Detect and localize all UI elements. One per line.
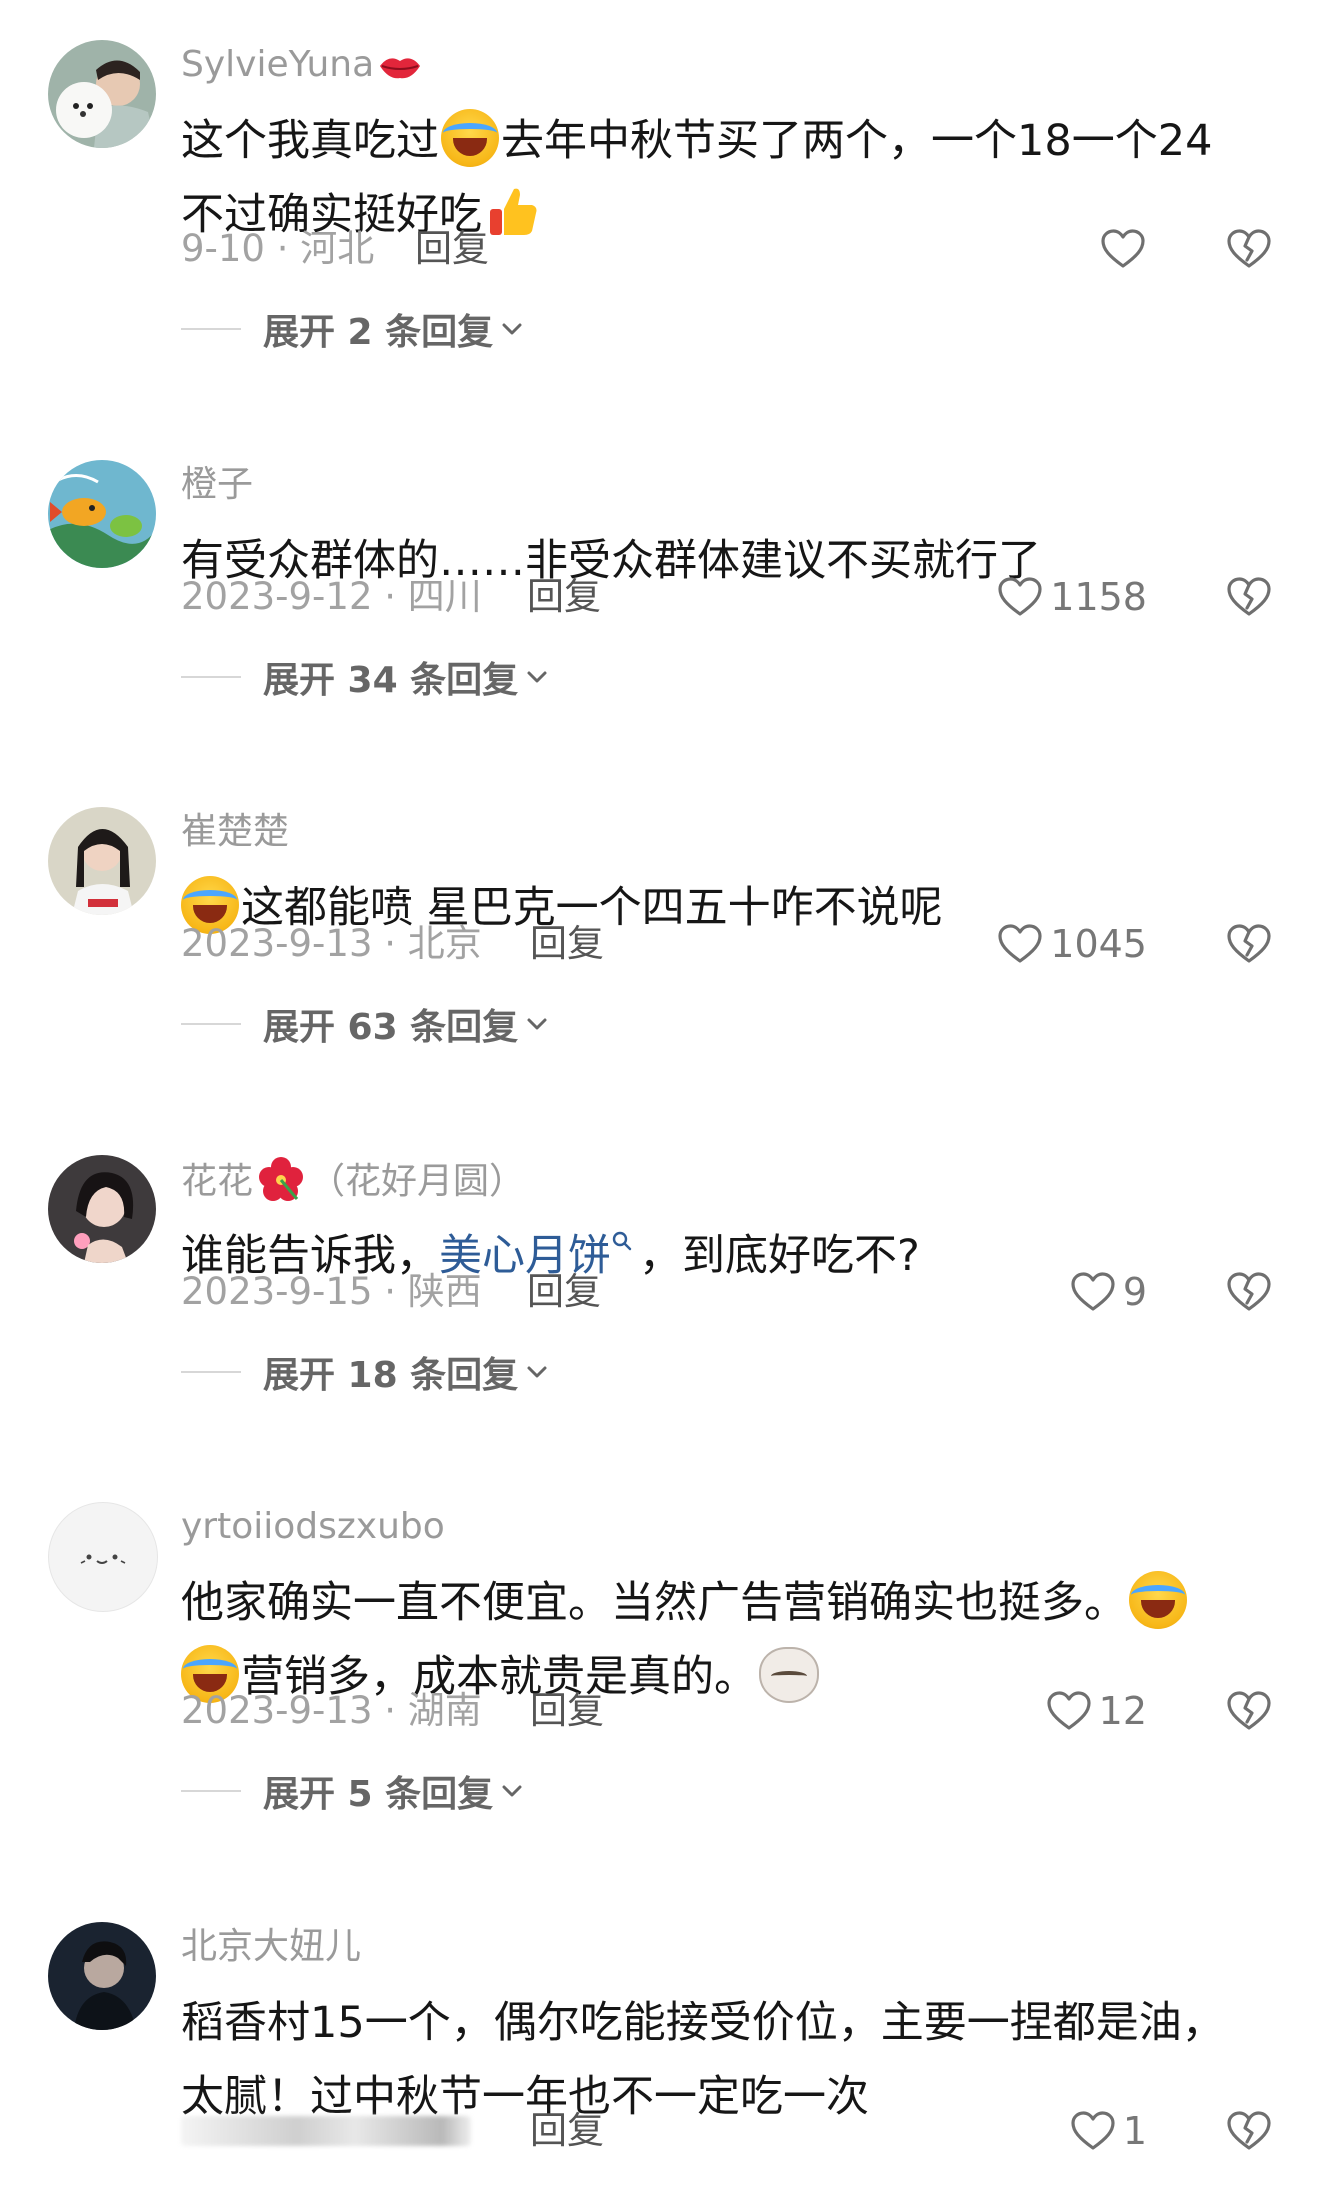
like-count: 1	[1122, 2109, 1147, 2153]
username-suffix: （花好月圆）	[309, 1161, 526, 1202]
like-button[interactable]: 12	[1045, 1684, 1147, 1738]
expand-replies-label: 展开 63 条回复	[263, 1007, 519, 1048]
comment-text-segment: 这个我真吃过	[181, 116, 439, 166]
username[interactable]: 崔楚楚	[181, 807, 289, 857]
expand-replies-label: 展开 34 条回复	[263, 660, 519, 701]
expand-replies-label: 展开 18 条回复	[263, 1355, 519, 1396]
dislike-button[interactable]	[1224, 1265, 1274, 1319]
kiss-lips-icon	[380, 58, 421, 79]
like-button[interactable]: 1	[1069, 2104, 1147, 2158]
hibiscus-flower-icon	[259, 1157, 304, 1201]
like-count: 12	[1098, 1689, 1147, 1733]
broken-heart-icon	[1225, 225, 1273, 273]
date-location: 2023-9-12 · 四川	[181, 575, 482, 618]
avatar[interactable]	[48, 1502, 158, 1612]
avatar[interactable]	[48, 1155, 156, 1263]
dislike-button[interactable]	[1224, 2104, 1274, 2158]
expand-replies-button[interactable]: 展开 2 条回复	[181, 302, 525, 356]
username-text: SylvieYuna	[181, 44, 375, 85]
dislike-button[interactable]	[1224, 1684, 1274, 1738]
chevron-down-icon	[524, 1359, 550, 1385]
username[interactable]: SylvieYuna	[181, 40, 422, 90]
heart-icon	[1069, 1268, 1117, 1316]
like-count: 1045	[1050, 922, 1147, 966]
chevron-down-icon	[524, 1011, 550, 1037]
broken-heart-icon	[1225, 1268, 1273, 1316]
broken-heart-icon	[1225, 920, 1273, 968]
broken-heart-icon	[1225, 2107, 1273, 2155]
heart-icon	[1099, 225, 1147, 273]
like-count: 1158	[1050, 575, 1147, 619]
heart-icon	[996, 920, 1044, 968]
chevron-down-icon	[524, 664, 550, 690]
comment-text-segment: 他家确实一直不便宜。当然广告营销确实也挺多。	[181, 1578, 1127, 1628]
expand-replies-button[interactable]: 展开 5 条回复	[181, 1764, 525, 1818]
divider-dash	[181, 1023, 241, 1025]
username-text: 花花	[181, 1161, 254, 1202]
like-button[interactable]: 1045	[996, 917, 1147, 971]
divider-dash	[181, 328, 241, 330]
blurred-text	[181, 2116, 471, 2146]
avatar[interactable]	[48, 40, 156, 148]
laughing-crying-emoji-icon	[441, 109, 499, 167]
broken-heart-icon	[1225, 1687, 1273, 1735]
heart-icon	[1045, 1687, 1093, 1735]
comment-list-page: SylvieYuna 这个我真吃过 去年中秋节买了两个，一个18一个24 不过确实…	[0, 0, 1320, 2209]
dislike-button[interactable]	[1224, 570, 1274, 624]
chevron-down-icon	[499, 1778, 525, 1804]
comment-text-segment: 稻香村15一个，偶尔吃能接受价位，主要一捏都是油，	[181, 1998, 1225, 2048]
expand-replies-label: 展开 5 条回复	[263, 1774, 494, 1815]
divider-dash	[181, 676, 241, 678]
broken-heart-icon	[1225, 573, 1273, 621]
laughing-crying-emoji-icon	[1129, 1571, 1187, 1629]
like-button[interactable]: 9	[1069, 1265, 1147, 1319]
divider-dash	[181, 1371, 241, 1373]
date-location-obscured	[181, 2104, 471, 2158]
username[interactable]: 橙子	[181, 460, 253, 510]
divider-dash	[181, 1790, 241, 1792]
like-button[interactable]: 1158	[996, 570, 1147, 624]
date-location: 2023-9-15 · 陕西	[181, 1270, 482, 1313]
avatar[interactable]	[48, 460, 156, 568]
expand-replies-button[interactable]: 展开 18 条回复	[181, 1345, 550, 1399]
reply-button[interactable]: 回复	[527, 570, 601, 624]
expand-replies-button[interactable]: 展开 63 条回复	[181, 997, 550, 1051]
username[interactable]: yrtoiiodszxubo	[181, 1502, 445, 1552]
comment-text-segment: 去年中秋节买了两个，一个18一个24	[501, 116, 1213, 166]
dislike-button[interactable]	[1224, 222, 1274, 276]
like-count: 9	[1122, 1270, 1147, 1314]
chevron-down-icon	[499, 316, 525, 342]
username[interactable]: 北京大妞儿	[181, 1922, 361, 1972]
comment-text-segment: ，到底好吃不?	[639, 1231, 920, 1281]
reply-button[interactable]: 回复	[530, 917, 604, 971]
reply-button[interactable]: 回复	[530, 2104, 604, 2158]
expand-replies-button[interactable]: 展开 34 条回复	[181, 650, 550, 704]
thumbs-up-emoji-icon	[490, 188, 537, 235]
expand-replies-label: 展开 2 条回复	[263, 312, 494, 353]
reply-button[interactable]: 回复	[530, 1684, 604, 1738]
search-icon	[612, 1231, 632, 1251]
dislike-button[interactable]	[1224, 917, 1274, 971]
reply-button[interactable]: 回复	[415, 222, 489, 276]
reply-button[interactable]: 回复	[527, 1265, 601, 1319]
avatar[interactable]	[48, 807, 156, 915]
date-location: 2023-9-13 · 北京	[181, 922, 482, 965]
date-location: 2023-9-13 · 湖南	[181, 1689, 482, 1732]
heart-icon	[1069, 2107, 1117, 2155]
username[interactable]: 花花 （花好月圆）	[181, 1155, 525, 1207]
date-location: 9-10 · 河北	[181, 227, 375, 270]
heart-icon	[996, 573, 1044, 621]
avatar[interactable]	[48, 1922, 156, 2030]
smug-cat-emoji-icon	[759, 1647, 819, 1703]
like-button[interactable]	[1099, 222, 1147, 276]
